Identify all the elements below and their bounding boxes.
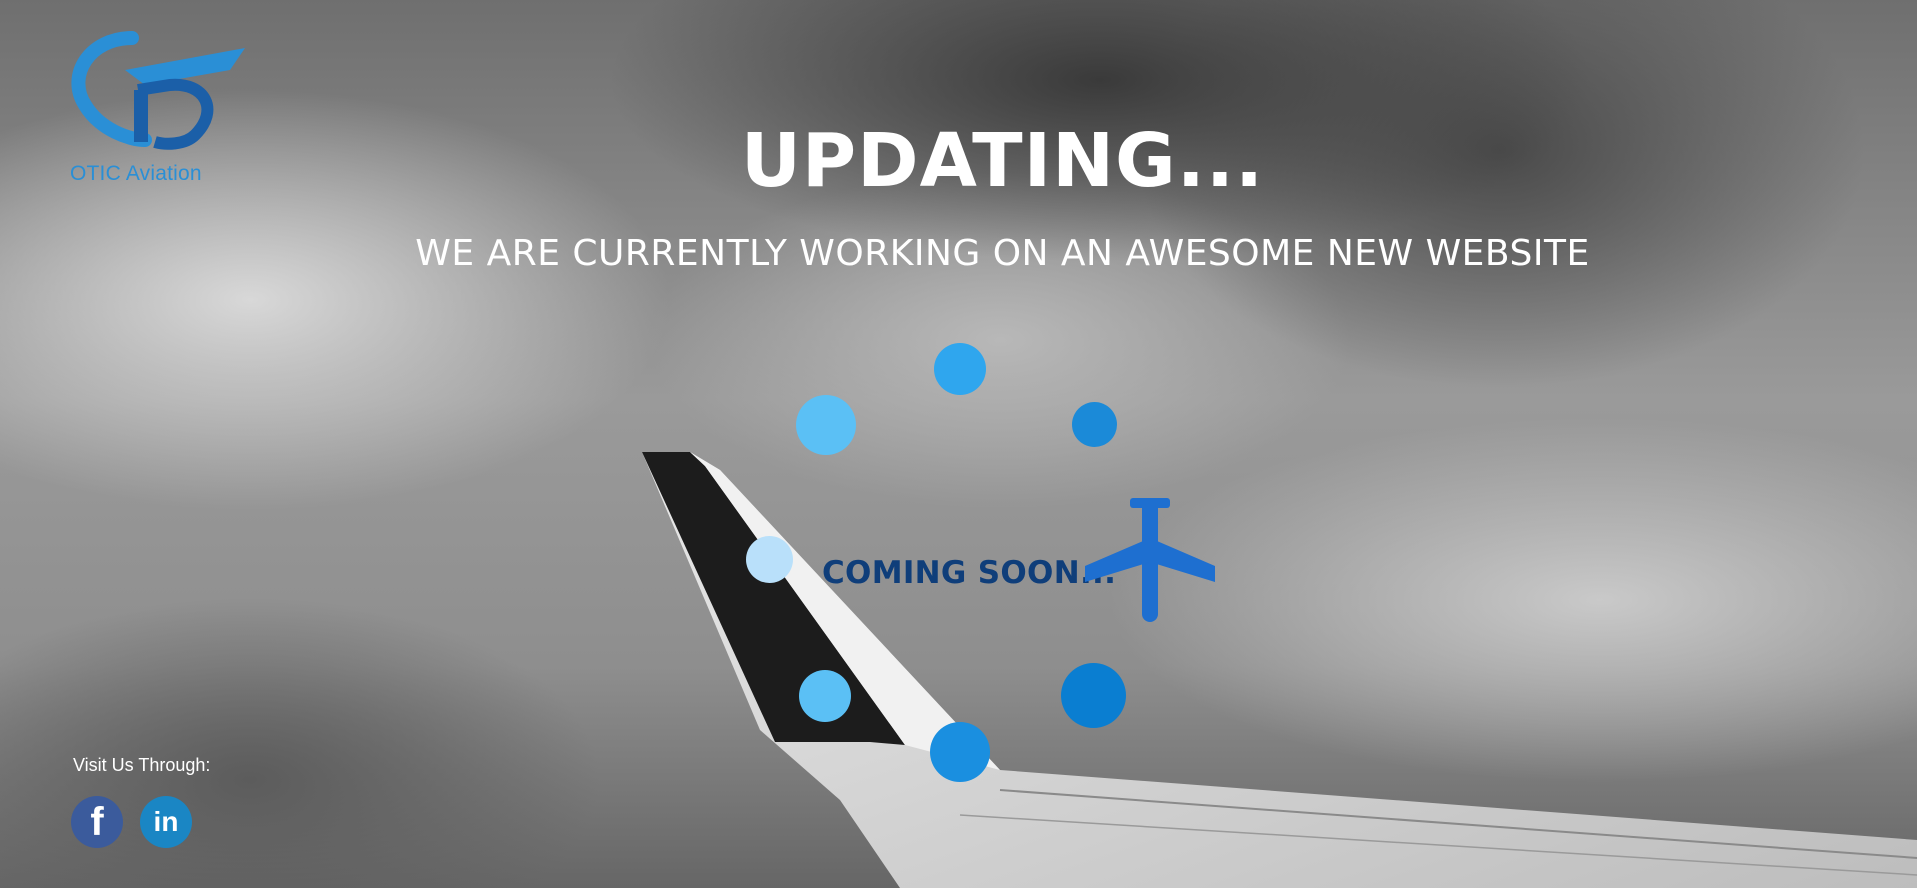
loader-dot (1072, 402, 1117, 447)
page-headline: UPDATING... (740, 118, 1265, 204)
linkedin-icon: in (153, 806, 179, 837)
facebook-icon: f (90, 799, 104, 844)
loader-dot (934, 343, 986, 395)
loader-dot (796, 395, 856, 455)
loader-dot (1061, 663, 1126, 728)
loader-dot (930, 722, 990, 782)
visit-us-label: Visit Us Through: (73, 755, 211, 775)
coming-soon-label: COMING SOON... (822, 555, 1117, 591)
loader-dot (746, 536, 793, 583)
airplane-icon (1085, 498, 1215, 622)
page-subline: WE ARE CURRENTLY WORKING ON AN AWESOME N… (415, 233, 1590, 274)
loader-dot (799, 670, 851, 722)
linkedin-link[interactable]: in (140, 796, 192, 848)
facebook-link[interactable]: f (71, 796, 123, 848)
